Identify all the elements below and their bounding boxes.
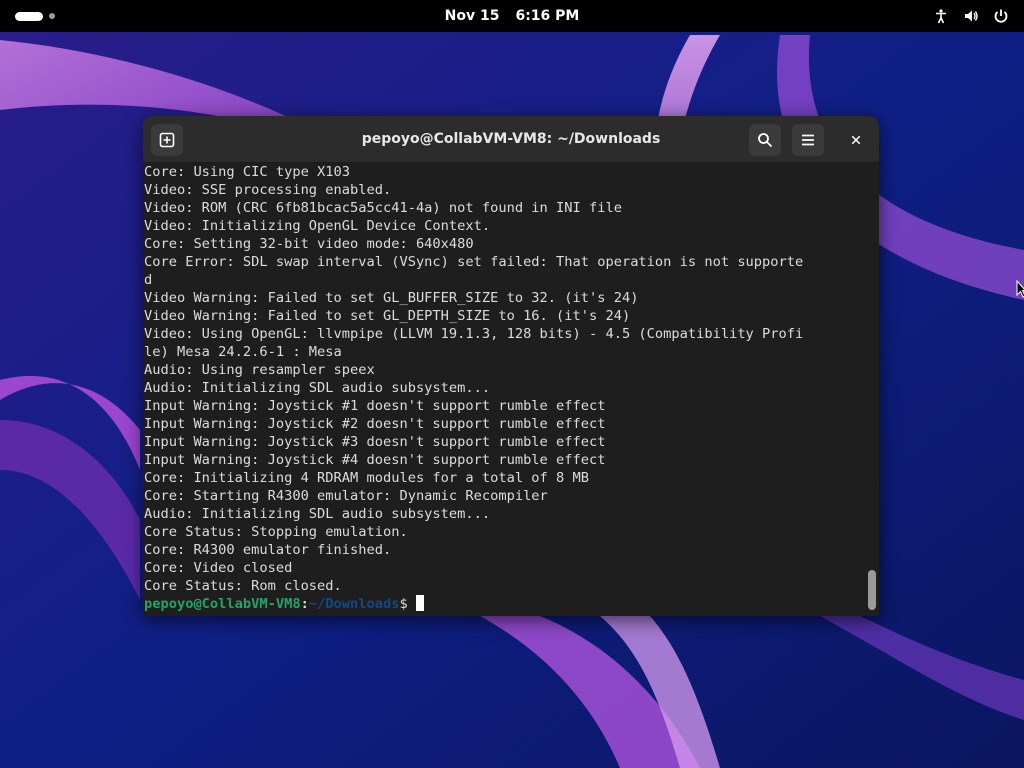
terminal-line: Video: Using OpenGL: llvmpipe (LLVM 19.1… (144, 326, 804, 342)
terminal-line: Audio: Initializing SDL audio subsystem.… (144, 380, 491, 396)
terminal-line: Core: Setting 32-bit video mode: 640x480 (144, 236, 474, 252)
prompt-user-host: pepoyo@CollabVM-VM8 (144, 596, 301, 612)
prompt-sign: $ (399, 596, 408, 612)
shell-prompt[interactable]: pepoyo@CollabVM-VM8:~/Downloads$ (144, 595, 865, 613)
terminal-line: Core: Starting R4300 emulator: Dynamic R… (144, 488, 548, 504)
system-tray[interactable] (932, 7, 1010, 25)
volume-icon[interactable] (962, 7, 980, 25)
hamburger-menu-icon (802, 134, 814, 146)
power-icon[interactable] (992, 7, 1010, 25)
terminal-output[interactable]: Core: Using CIC type X103 Video: SSE pro… (143, 163, 865, 616)
window-titlebar[interactable]: pepoyo@CollabVM-VM8: ~/Downloads (143, 116, 879, 163)
terminal-line: Video Warning: Failed to set GL_BUFFER_S… (144, 290, 639, 306)
mouse-pointer-icon (1016, 279, 1024, 302)
close-icon (851, 135, 861, 145)
terminal-line: Core Error: SDL swap interval (VSync) se… (144, 254, 804, 270)
terminal-line: Audio: Initializing SDL audio subsystem.… (144, 506, 491, 522)
prompt-colon: : (300, 596, 309, 612)
main-menu-button[interactable] (792, 124, 824, 156)
terminal-line: Video Warning: Failed to set GL_DEPTH_SI… (144, 308, 631, 324)
new-tab-button[interactable] (151, 124, 183, 156)
top-panel: Nov 15 6:16 PM (0, 0, 1024, 32)
accessibility-icon[interactable] (932, 7, 950, 25)
clock-date: Nov 15 (444, 8, 500, 24)
prompt-path: ~/Downloads (308, 596, 400, 612)
terminal-line: Core: Using CIC type X103 (144, 164, 351, 180)
terminal-line: Core Status: Stopping emulation. (144, 524, 408, 540)
text-cursor (415, 595, 424, 611)
close-button[interactable] (840, 124, 872, 156)
terminal-line: Input Warning: Joystick #3 doesn't suppo… (144, 434, 606, 450)
terminal-window[interactable]: pepoyo@CollabVM-VM8: ~/Downloads Core: U… (143, 116, 879, 616)
terminal-line: Video: SSE processing enabled. (144, 182, 392, 198)
new-tab-icon (159, 132, 175, 148)
terminal-line: Core: R4300 emulator finished. (144, 542, 392, 558)
terminal-line: Input Warning: Joystick #2 doesn't suppo… (144, 416, 606, 432)
search-icon (758, 133, 773, 148)
clock[interactable]: Nov 15 6:16 PM (0, 0, 1024, 32)
terminal-line: Input Warning: Joystick #1 doesn't suppo… (144, 398, 606, 414)
terminal-line: Core Status: Rom closed. (144, 578, 342, 594)
terminal-line: d (144, 272, 153, 288)
terminal-line: Audio: Using resampler speex (144, 362, 375, 378)
terminal-line: Video: Initializing OpenGL Device Contex… (144, 218, 491, 234)
search-button[interactable] (749, 124, 781, 156)
terminal-line: Video: ROM (CRC 6fb81bcac5a5cc41-4a) not… (144, 200, 622, 216)
scrollbar-thumb[interactable] (868, 570, 876, 610)
terminal-scrollbar[interactable] (868, 164, 876, 614)
terminal-line: le) Mesa 24.2.6-1 : Mesa (144, 344, 342, 360)
clock-time: 6:16 PM (515, 8, 580, 24)
terminal-line: Core: Initializing 4 RDRAM modules for a… (144, 470, 589, 486)
terminal-line: Input Warning: Joystick #4 doesn't suppo… (144, 452, 606, 468)
terminal-line: Core: Video closed (144, 560, 293, 576)
